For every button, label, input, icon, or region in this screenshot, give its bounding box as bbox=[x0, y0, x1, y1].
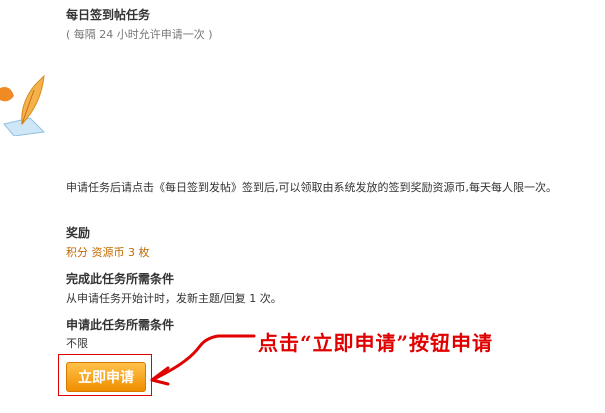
task-interval: ( 每隔 24 小时允许申请一次 ) bbox=[66, 28, 213, 41]
complete-condition-heading: 完成此任务所需条件 bbox=[66, 272, 175, 286]
reward-heading: 奖励 bbox=[66, 226, 91, 240]
annotation-arrow-icon bbox=[150, 334, 256, 386]
annotation-text: 点击“立即申请”按钮申请 bbox=[258, 331, 494, 355]
reward-value: 积分 资源币 3 枚 bbox=[66, 246, 150, 259]
task-title: 每日签到帖任务 bbox=[66, 8, 151, 22]
apply-now-button[interactable]: 立即申请 bbox=[66, 362, 146, 392]
complete-condition-text: 从申请任务开始计时，发新主题/回复 1 次。 bbox=[66, 292, 282, 305]
quill-pen-icon bbox=[0, 74, 46, 136]
apply-condition-text: 不限 bbox=[66, 337, 88, 350]
task-description: 申请任务后请点击《每日签到发帖》签到后,可以领取由系统发放的签到奖励资源币,每天… bbox=[66, 181, 557, 194]
